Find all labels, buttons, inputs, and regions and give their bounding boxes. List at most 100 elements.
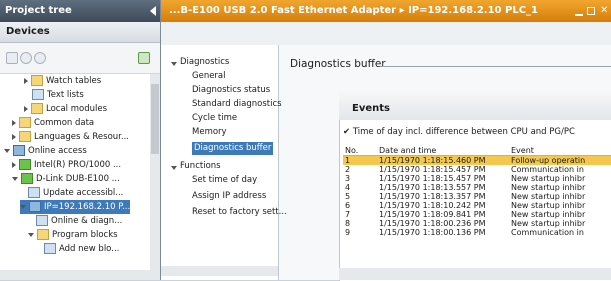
table-row[interactable]: 2 1/15/1970 1:18:15.457 PM Communication i… (343, 165, 611, 174)
table-cell-event: New startup inhibr (511, 201, 586, 210)
collapsed-arrow-icon[interactable] (12, 161, 16, 168)
tree-vertical-scrollbar[interactable] (150, 74, 160, 270)
table-cell-date: 1/15/1970 1:18:00.236 PM (379, 219, 486, 228)
table-cell-date: 1/15/1970 1:18:10.242 PM (379, 201, 486, 210)
tree-item[interactable]: Program blocks (28, 228, 118, 242)
table-cell-date: 1/15/1970 1:18:15.457 PM (379, 165, 486, 174)
time-of-day-label: Time of day incl. difference between CPU… (352, 127, 575, 137)
tree-item[interactable]: Local modules (24, 102, 107, 116)
table-cell-event: New startup inhibr (511, 174, 586, 183)
nav-group-functions[interactable]: Functions (180, 160, 221, 173)
table-cell-no: 8 (345, 219, 351, 228)
table-cell-event: New startup inhibr (511, 192, 586, 201)
collapse-panel-icon[interactable] (150, 6, 156, 16)
tree-item[interactable]: Online access (4, 144, 87, 158)
tree-horizontal-scrollbar[interactable] (0, 270, 160, 280)
expanded-arrow-icon[interactable] (171, 166, 177, 170)
table-cell-no: 9 (345, 228, 351, 237)
expanded-arrow-icon[interactable] (28, 232, 34, 237)
tree-item[interactable]: Text lists (32, 88, 84, 102)
add-icon (44, 243, 56, 254)
project-tree-header: Project tree (0, 0, 160, 22)
maximize-icon[interactable] (587, 7, 595, 15)
tree-item-label: Add new blo... (59, 244, 120, 254)
tree-item[interactable]: Online & diagn... (36, 214, 122, 228)
table-row[interactable]: 7 1/15/1970 1:18:09.841 PM New startup inh… (343, 210, 611, 219)
collapsed-arrow-icon[interactable] (12, 119, 16, 126)
network-icon (19, 159, 31, 170)
expanded-arrow-icon[interactable] (12, 176, 18, 181)
nav-item-memory[interactable]: Memory (192, 126, 227, 139)
table-cell-event: Follow-up operatin (509, 155, 611, 165)
tab-events[interactable]: Events (352, 103, 390, 114)
nav-item-cycle-time[interactable]: Cycle time (192, 112, 237, 125)
nav-item-function[interactable]: Assign IP address (192, 190, 266, 203)
nav-item-standard-diagnostics[interactable]: Standard diagnostics (192, 98, 282, 111)
expanded-arrow-icon[interactable] (4, 148, 10, 153)
sync-icon[interactable] (138, 52, 150, 64)
tab-devices-label: Devices (6, 26, 50, 37)
time-of-day-checkbox[interactable]: ✔ Time of day incl. difference between C… (343, 127, 575, 137)
collapsed-arrow-icon[interactable] (24, 105, 28, 112)
table-cell-no: 7 (345, 210, 351, 219)
nav-item-function[interactable]: Set time of day (192, 174, 257, 187)
nav-item-diagnostics-status[interactable]: Diagnostics status (192, 84, 270, 97)
close-icon[interactable]: ✕ (600, 0, 608, 16)
table-cell-no: 6 (345, 201, 351, 210)
tree-item-label: Languages & Resour... (34, 132, 129, 142)
nav-item-function[interactable]: Reset to factory sett... (192, 206, 287, 219)
table-row[interactable]: 6 1/15/1970 1:18:10.242 PM New startup inh… (343, 201, 611, 210)
table-header-row: No. Date and time Event (343, 145, 611, 156)
tree-item[interactable]: D-Link DUB-E100 ... (12, 172, 120, 186)
table-row[interactable]: 4 1/15/1970 1:18:13.557 PM New startup inh… (343, 183, 611, 192)
go-online-icon[interactable] (20, 52, 32, 64)
tree-item[interactable]: Languages & Resour... (12, 130, 129, 144)
table-row[interactable]: 5 1/15/1970 1:18:13.357 PM New startup inh… (343, 192, 611, 201)
table-cell-event: New startup inhibr (511, 183, 586, 192)
nav-group-diagnostics[interactable]: Diagnostics (180, 56, 229, 69)
project-tree-title: Project tree (5, 5, 72, 16)
table-row[interactable]: 8 1/15/1970 1:18:00.236 PM New startup inh… (343, 219, 611, 228)
tree-item-label: IP=192.168.2.10 P... (44, 202, 131, 212)
tree-item-label: Program blocks (52, 230, 118, 240)
tree-item[interactable]: IP=192.168.2.10 P... (20, 200, 131, 214)
table-row[interactable]: 9 1/15/1970 1:18:00.136 PM Communication i… (343, 228, 611, 237)
folder-icon (19, 117, 31, 128)
minimize-icon[interactable] (575, 14, 583, 16)
update-icon (28, 187, 40, 198)
collapsed-arrow-icon[interactable] (12, 133, 16, 140)
column-header[interactable]: Event (509, 145, 611, 156)
tree-item[interactable]: Add new blo... (44, 242, 119, 256)
table-row[interactable]: 1 1/15/1970 1:18:15.460 PM Follow-up opera… (343, 155, 611, 165)
cpu-icon (13, 145, 25, 156)
nav-horizontal-scrollbar[interactable] (161, 266, 278, 276)
tree-item-label: Local modules (46, 104, 108, 114)
nav-item-general[interactable]: General (192, 70, 226, 83)
section-divider (380, 66, 611, 67)
table-cell-no: 4 (345, 183, 351, 192)
tree-item[interactable]: Update accessibl... (28, 186, 123, 200)
events-horizontal-scrollbar[interactable] (339, 268, 611, 280)
tree-item-label: Update accessibl... (43, 188, 124, 198)
table-cell-no: 1 (343, 155, 377, 165)
table-cell-date: 1/15/1970 1:18:09.841 PM (379, 210, 486, 219)
tree-item[interactable]: Common data (12, 116, 94, 130)
collapsed-arrow-icon[interactable] (24, 77, 28, 84)
go-offline-icon[interactable] (34, 52, 46, 64)
nav-item-diagnostics-buffer[interactable]: Diagnostics buffer (192, 142, 274, 155)
expanded-arrow-icon[interactable] (20, 204, 26, 209)
tree-item-label: Watch tables (46, 76, 102, 86)
project-tree-list: Watch tables Text lists Local modules Commo… (0, 74, 150, 270)
tree-item[interactable]: Watch tables (24, 74, 101, 88)
expanded-arrow-icon[interactable] (171, 62, 177, 66)
scrollbar-thumb[interactable] (151, 84, 159, 154)
tab-devices[interactable]: Devices (0, 22, 160, 43)
table-row[interactable]: 3 1/15/1970 1:18:15.457 PM New startup inh… (343, 174, 611, 183)
table-cell-event: Communication in (511, 228, 584, 237)
section-title: Diagnostics buffer (290, 58, 386, 70)
overview-icon[interactable] (6, 52, 18, 64)
column-header[interactable]: No. (343, 145, 377, 156)
table-cell-date: 1/15/1970 1:18:00.136 PM (379, 228, 486, 237)
tree-item[interactable]: Intel(R) PRO/1000 ... (12, 158, 121, 172)
column-header[interactable]: Date and time (377, 145, 509, 156)
